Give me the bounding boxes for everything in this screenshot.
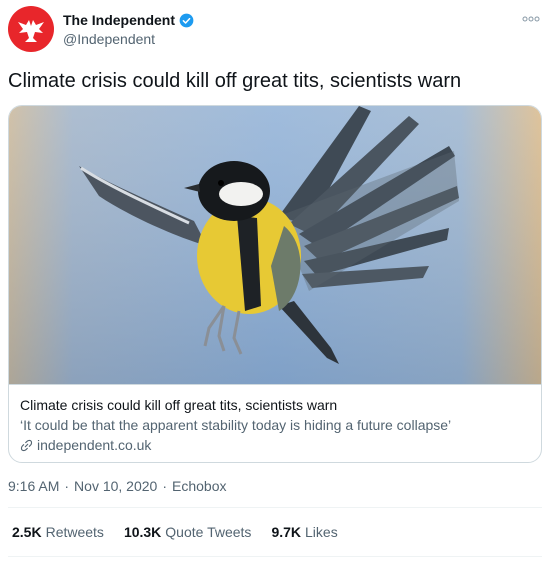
tweet-text: Climate crisis could kill off great tits…: [8, 70, 462, 92]
eagle-logo-icon: [18, 20, 44, 42]
card-image[interactable]: [9, 106, 541, 384]
tweet-date[interactable]: Nov 10, 2020: [74, 478, 157, 494]
quote-tweets-count: 10.3K: [123, 524, 162, 540]
likes-label: Likes: [305, 524, 338, 540]
card-domain-text: independent.co.uk: [37, 437, 152, 453]
card-domain: independent.co.uk: [20, 437, 151, 453]
avatar[interactable]: [8, 6, 54, 52]
author-handle[interactable]: @Independent: [63, 31, 155, 47]
link-icon: [20, 439, 33, 451]
retweets-stat[interactable]: 2.5K Retweets: [12, 524, 104, 540]
verified-badge-icon: [179, 13, 194, 27]
likes-count: 9.7K: [271, 524, 302, 540]
link-card[interactable]: Climate crisis could kill off great tits…: [8, 105, 542, 463]
more-options-icon[interactable]: [522, 14, 540, 24]
likes-stat[interactable]: 9.7K Likes: [271, 524, 337, 540]
card-description: ‘It could be that the apparent stability…: [20, 417, 452, 433]
retweets-label: Retweets: [45, 524, 104, 540]
tweet-header: The Independent @Independent: [8, 6, 542, 58]
retweets-count: 2.5K: [12, 524, 42, 540]
tweet-stats: 2.5K Retweets 10.3K Quote Tweets 9.7K Li…: [12, 524, 338, 540]
meta-separator: ·: [64, 478, 70, 494]
card-title: Climate crisis could kill off great tits…: [20, 397, 338, 413]
quote-tweets-stat[interactable]: 10.3K Quote Tweets: [124, 524, 252, 540]
card-info[interactable]: Climate crisis could kill off great tits…: [9, 384, 541, 462]
tweet-meta: 9:16 AM · Nov 10, 2020 · Echobox: [8, 478, 227, 494]
tweet-time[interactable]: 9:16 AM: [8, 478, 59, 494]
quote-tweets-label: Quote Tweets: [165, 524, 252, 540]
author-name-line: The Independent: [63, 12, 194, 28]
divider: [8, 556, 542, 557]
author-display-name[interactable]: The Independent: [63, 12, 175, 28]
tweet-source[interactable]: Echobox: [172, 478, 226, 494]
divider: [8, 507, 542, 508]
meta-separator: ·: [162, 478, 168, 494]
